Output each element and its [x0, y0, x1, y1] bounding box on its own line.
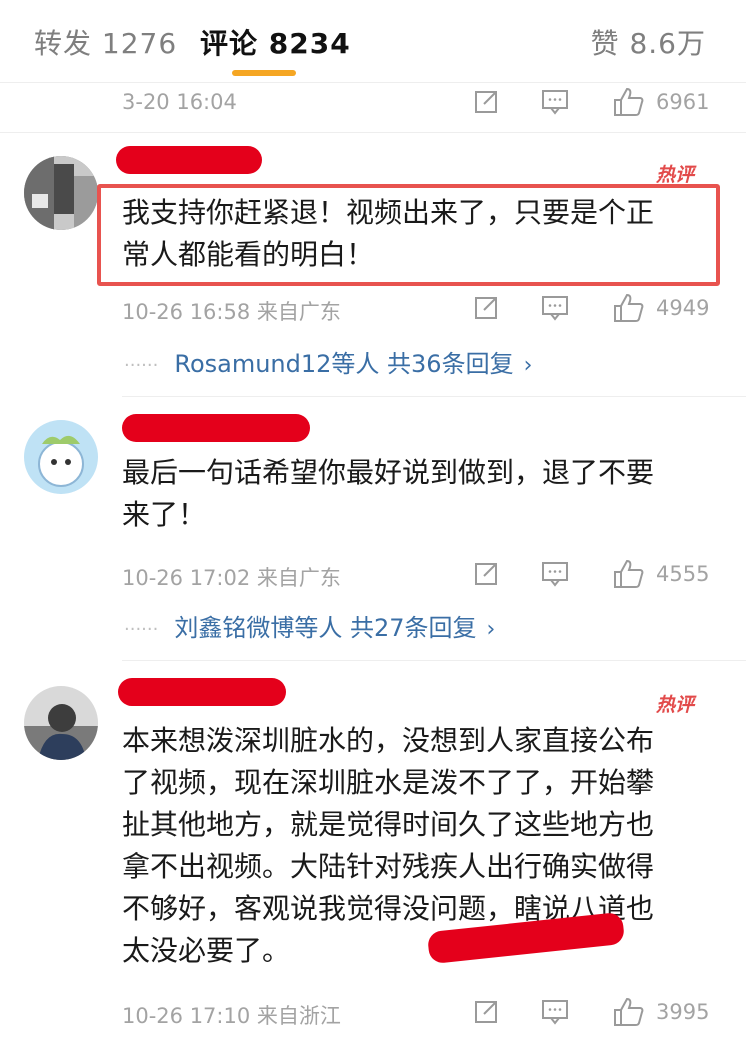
avatar[interactable]: [24, 156, 98, 230]
comment-time: 3-20 16:04: [122, 90, 237, 114]
divider: [0, 132, 746, 133]
tab-bar: 转发 1276 评论 8234 赞 8.6万: [0, 0, 746, 80]
divider: [122, 660, 746, 661]
reply-icon[interactable]: [540, 86, 570, 121]
tab-comments[interactable]: 评论 8234: [200, 22, 351, 62]
chevron-right-icon: ›: [486, 617, 496, 642]
divider: [0, 82, 746, 83]
active-tab-indicator: [232, 70, 296, 76]
like-count: 4949: [656, 296, 710, 320]
divider: [122, 396, 746, 397]
tab-likes[interactable]: 赞 8.6万: [591, 22, 706, 62]
thumbs-up-icon[interactable]: [612, 558, 646, 595]
comment-text: 最后一句话希望你最好说到做到，退了不要 来了！: [122, 456, 655, 531]
thumbs-up-icon[interactable]: [612, 996, 646, 1033]
comment-meta: 10-26 16:58 来自广东 4949: [122, 292, 722, 324]
like-count: 3995: [656, 1000, 710, 1024]
share-icon[interactable]: [472, 558, 502, 593]
comment-meta: 10-26 17:10 来自浙江 3995: [122, 996, 722, 1028]
comment-time: 10-26 17:02 来自广东: [122, 566, 341, 590]
share-icon[interactable]: [472, 86, 502, 121]
share-icon[interactable]: [472, 292, 502, 327]
share-icon[interactable]: [472, 996, 502, 1031]
replies-link[interactable]: ······ Rosamund12等人 共36条回复 ›: [124, 344, 532, 379]
redacted-username: [122, 414, 310, 442]
comment-time: 10-26 17:10 来自浙江: [122, 1004, 341, 1028]
hot-comment-badge: 热评: [655, 164, 694, 186]
replies-link[interactable]: ······ 刘鑫铭微博等人 共27条回复 ›: [124, 608, 495, 643]
dots-decoration: ······: [124, 618, 159, 640]
comment-time: 10-26 16:58 来自广东: [122, 300, 341, 324]
thumbs-up-icon[interactable]: [612, 86, 646, 123]
redacted-username: [118, 678, 286, 706]
hot-comment-badge: 热评: [655, 694, 694, 716]
avatar[interactable]: [24, 686, 98, 760]
avatar[interactable]: [24, 420, 98, 494]
tab-repost[interactable]: 转发 1276: [34, 22, 177, 62]
like-count: 4555: [656, 562, 710, 586]
chevron-right-icon: ›: [523, 353, 533, 378]
like-count: 6961: [656, 90, 710, 114]
reply-icon[interactable]: [540, 558, 570, 593]
replies-summary: Rosamund12等人 共36条回复: [174, 350, 514, 378]
reply-icon[interactable]: [540, 996, 570, 1031]
comment-meta: 10-26 17:02 来自广东 4555: [122, 558, 722, 590]
comment-text: 本来想泼深圳脏水的，没想到人家直接公布 了视频，现在深圳脏水是泼不了了，开始攀 …: [122, 724, 655, 967]
replies-summary: 刘鑫铭微博等人 共27条回复: [174, 614, 477, 642]
thumbs-up-icon[interactable]: [612, 292, 646, 329]
dots-decoration: ······: [124, 354, 159, 376]
redacted-username: [116, 146, 262, 174]
reply-icon[interactable]: [540, 292, 570, 327]
prev-comment-meta: 3-20 16:04 6961: [122, 86, 722, 118]
highlight-annotation-box: [97, 184, 720, 286]
